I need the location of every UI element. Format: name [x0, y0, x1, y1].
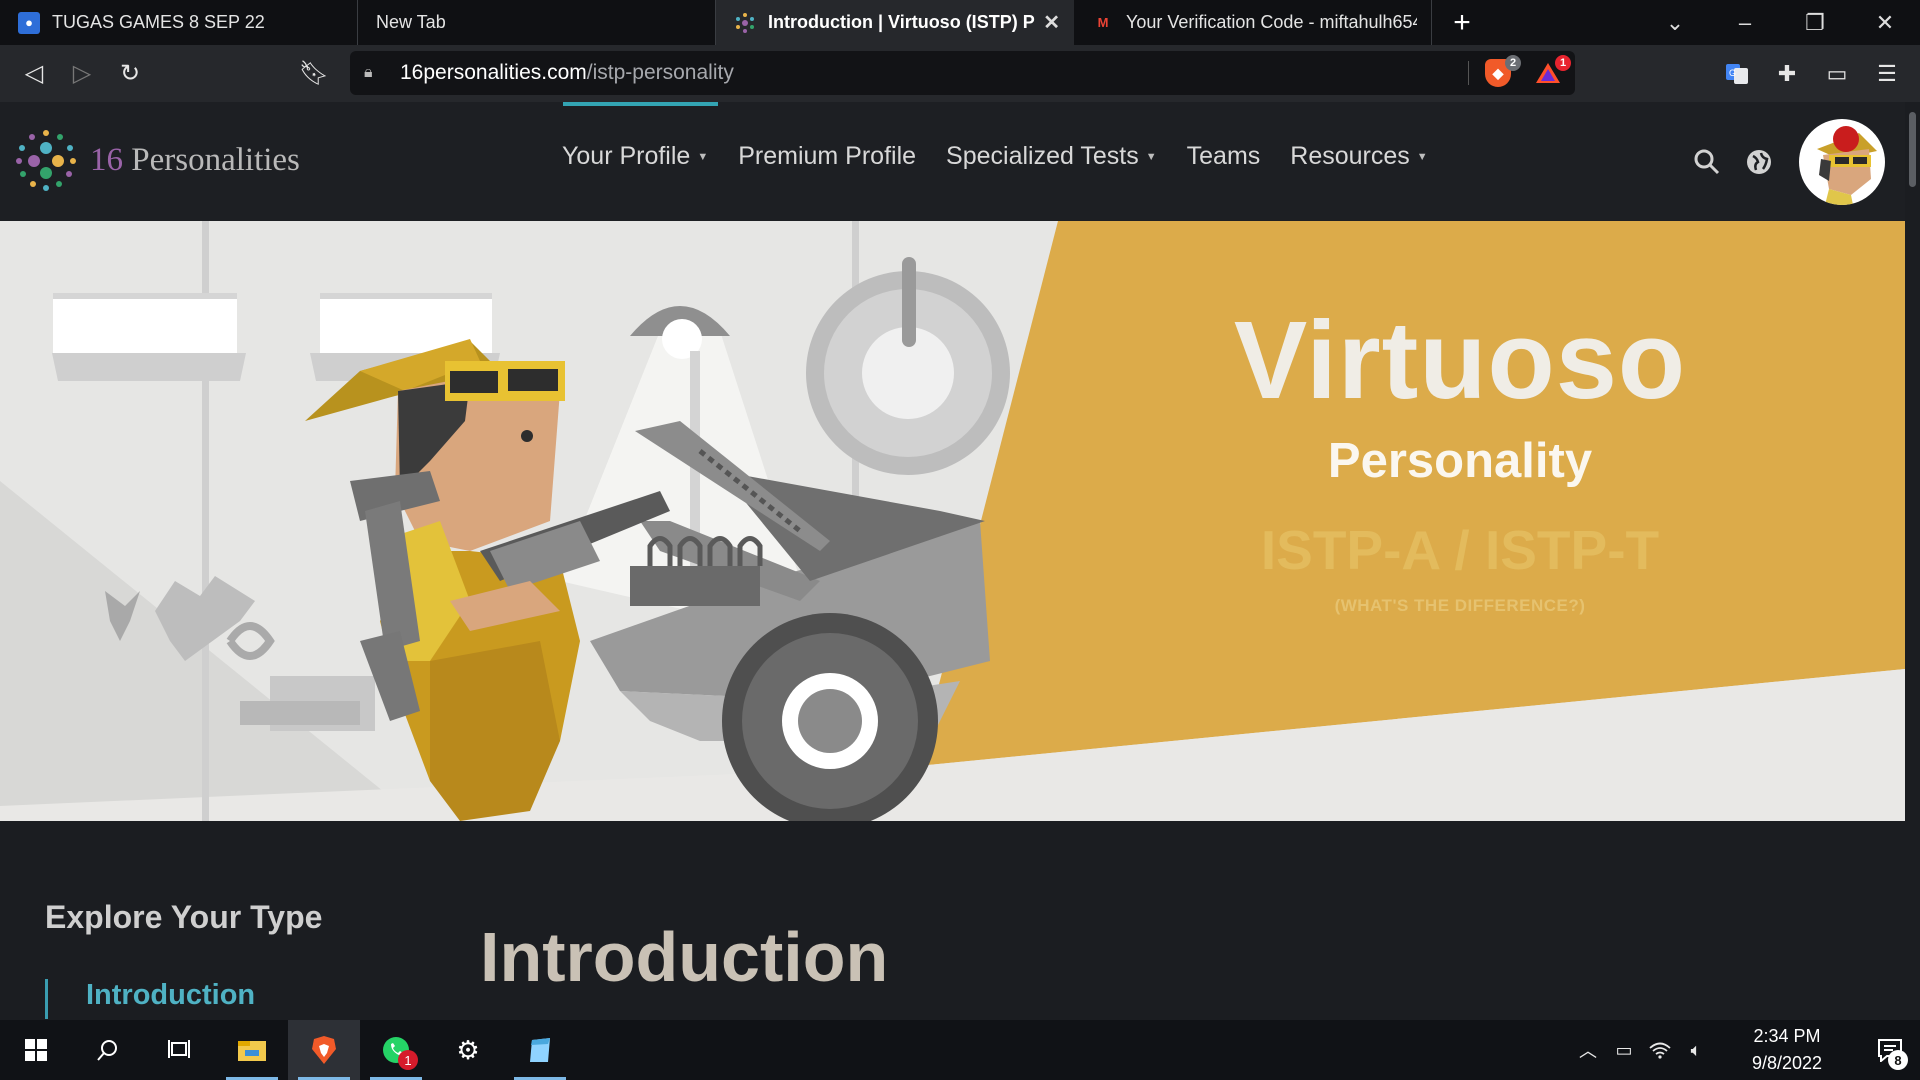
nav-premium-profile[interactable]: Premium Profile [738, 142, 916, 171]
tab-virtuoso-introduction[interactable]: Introduction | Virtuoso (ISTP) Per ✕ [716, 0, 1074, 45]
logo-dots-icon [16, 130, 76, 191]
system-clock[interactable]: 2:34 PM 9/8/2022 [1728, 1023, 1846, 1077]
site-logo[interactable]: 16 Personalities [14, 128, 300, 192]
nav-label: Specialized Tests [946, 142, 1139, 170]
lock-icon: 🔒︎ [364, 64, 373, 81]
show-hidden-icons-chevron-icon[interactable]: ︿ [1570, 1020, 1606, 1080]
chevron-down-icon: ▼ [697, 150, 709, 163]
rewards-count-badge: 1 [1555, 55, 1571, 71]
chevron-down-icon: ▼ [1416, 150, 1428, 163]
nav-specialized-tests[interactable]: Specialized Tests ▼ [946, 142, 1157, 171]
browser-toolbar: ◁ ▷ ↻ 🔖︎ 🔒︎ 16personalities.com/istp-per… [0, 45, 1920, 102]
brave-browser-icon[interactable] [288, 1020, 360, 1080]
nav-label: Teams [1186, 142, 1261, 170]
volume-icon[interactable]: 🔈︎ [1678, 1020, 1714, 1080]
window-close-icon[interactable]: ✕ [1850, 0, 1920, 45]
brave-rewards-icon[interactable]: 1 [1535, 55, 1571, 87]
url-path: /istp-personality [586, 61, 734, 84]
sidebar-link-introduction[interactable]: Introduction [45, 979, 255, 1019]
scrollbar-thumb[interactable] [1909, 112, 1916, 187]
back-icon[interactable]: ◁ [10, 50, 58, 98]
tab-title: TUGAS GAMES 8 SEP 22 [52, 12, 265, 32]
forward-icon[interactable]: ▷ [58, 50, 106, 98]
extension-icons: G ✚ ▭ ☰ [1712, 45, 1920, 102]
brave-shields-icon[interactable]: ◆ 2 [1485, 55, 1521, 87]
avatar[interactable] [1799, 118, 1885, 205]
restore-icon[interactable]: ❐ [1780, 0, 1850, 45]
notification-dot [1833, 125, 1859, 152]
main-content: Explore Your Type Introduction Introduct… [0, 821, 1905, 1020]
minimize-icon[interactable]: – [1710, 0, 1780, 45]
address-bar[interactable]: 🔒︎ 16personalities.com/istp-personality … [350, 51, 1575, 95]
clock-time: 2:34 PM [1753, 1026, 1821, 1046]
url-host: 16personalities.com [400, 61, 587, 84]
nav-label: Your Profile [562, 142, 691, 170]
section-title: Introduction [480, 918, 889, 996]
task-view-icon[interactable] [144, 1020, 216, 1080]
tab-title: Your Verification Code - miftahulh654 [1126, 12, 1417, 32]
nav-label: Premium Profile [738, 142, 917, 170]
windows-taskbar: 1 ⚙ ︿ ▭ 🔈︎ 2:34 PM 9/8/2022 8 [0, 1020, 1920, 1080]
extensions-puzzle-icon[interactable]: ✚ [1762, 50, 1812, 98]
active-nav-indicator [563, 102, 718, 106]
notification-count-badge: 8 [1888, 1050, 1908, 1070]
hero-title: Virtuoso [1233, 299, 1687, 422]
tab-new-tab[interactable]: New Tab [358, 0, 716, 45]
whatsapp-unread-badge: 1 [398, 1050, 418, 1070]
whatsapp-icon[interactable]: 1 [360, 1020, 432, 1080]
site-header: 16 Personalities Your Profile ▼ Premium P… [0, 102, 1905, 221]
site-actions [1681, 102, 1905, 221]
difference-link[interactable]: (WHAT'S THE DIFFERENCE?) [1110, 596, 1810, 616]
svg-text:G: G [1729, 68, 1736, 78]
chevron-down-icon: ▼ [1145, 150, 1157, 163]
tab-verification-code[interactable]: M Your Verification Code - miftahulh654 [1074, 0, 1432, 45]
gmail-icon: M [1097, 15, 1109, 30]
clock-date: 9/8/2022 [1751, 1053, 1823, 1073]
page-scrollbar[interactable] [1905, 102, 1920, 1020]
file-explorer-icon[interactable] [216, 1020, 288, 1080]
browser-tab-strip: ● TUGAS GAMES 8 SEP 22 New Tab Introduct… [0, 0, 1920, 45]
hero-subtitle: Personality [1327, 434, 1593, 488]
menu-icon[interactable]: ☰ [1862, 50, 1912, 98]
settings-gear-icon[interactable]: ⚙ [432, 1020, 504, 1080]
wifi-icon[interactable] [1642, 1020, 1678, 1080]
tab-tugas-games[interactable]: ● TUGAS GAMES 8 SEP 22 [0, 0, 358, 45]
system-tray: ︿ ▭ 🔈︎ 2:34 PM 9/8/2022 8 [1570, 1020, 1920, 1080]
tab-search-chevron-icon[interactable]: ⌄ [1640, 0, 1710, 45]
nav-label: Resources [1290, 142, 1410, 170]
logo-text: 16 Personalities [90, 141, 300, 178]
shield-count-badge: 2 [1505, 55, 1521, 71]
nav-teams[interactable]: Teams [1187, 142, 1261, 171]
tab-title: New Tab [376, 12, 446, 32]
bookmark-icon[interactable]: 🔖︎ [290, 50, 338, 98]
new-tab-button[interactable]: + [1432, 0, 1492, 45]
tab-title: Introduction | Virtuoso (ISTP) Per [768, 12, 1036, 32]
tab-close-icon[interactable]: ✕ [1043, 10, 1060, 35]
contacts-icon: ● [18, 11, 40, 34]
battery-icon[interactable]: ▭ [1606, 1020, 1642, 1080]
globe-language-icon[interactable] [1733, 136, 1785, 188]
reload-icon[interactable]: ↻ [106, 50, 154, 98]
action-center-icon[interactable]: 8 [1860, 1020, 1920, 1080]
search-icon[interactable] [1681, 136, 1733, 188]
notepad-app-icon[interactable] [504, 1020, 576, 1080]
window-controls: ⌄ – ❐ ✕ [1640, 0, 1920, 45]
explore-your-type-heading: Explore Your Type [45, 899, 323, 935]
hero-banner: Virtuoso Personality ISTP-A / ISTP-T (WH… [0, 221, 1905, 821]
taskbar-search-icon[interactable] [72, 1020, 144, 1080]
translate-icon[interactable]: G [1712, 50, 1762, 98]
nav-resources[interactable]: Resources ▼ [1290, 142, 1427, 171]
nav-your-profile[interactable]: Your Profile ▼ [562, 142, 708, 171]
windows-start-icon[interactable] [0, 1020, 72, 1080]
hero-type-code: ISTP-A / ISTP-T [1260, 519, 1660, 581]
site-main-nav: Your Profile ▼ Premium Profile Specialize… [562, 142, 1458, 171]
wallet-icon[interactable]: ▭ [1812, 50, 1862, 98]
omnibox-divider [1468, 61, 1469, 85]
16personalities-favicon-icon [734, 12, 756, 34]
